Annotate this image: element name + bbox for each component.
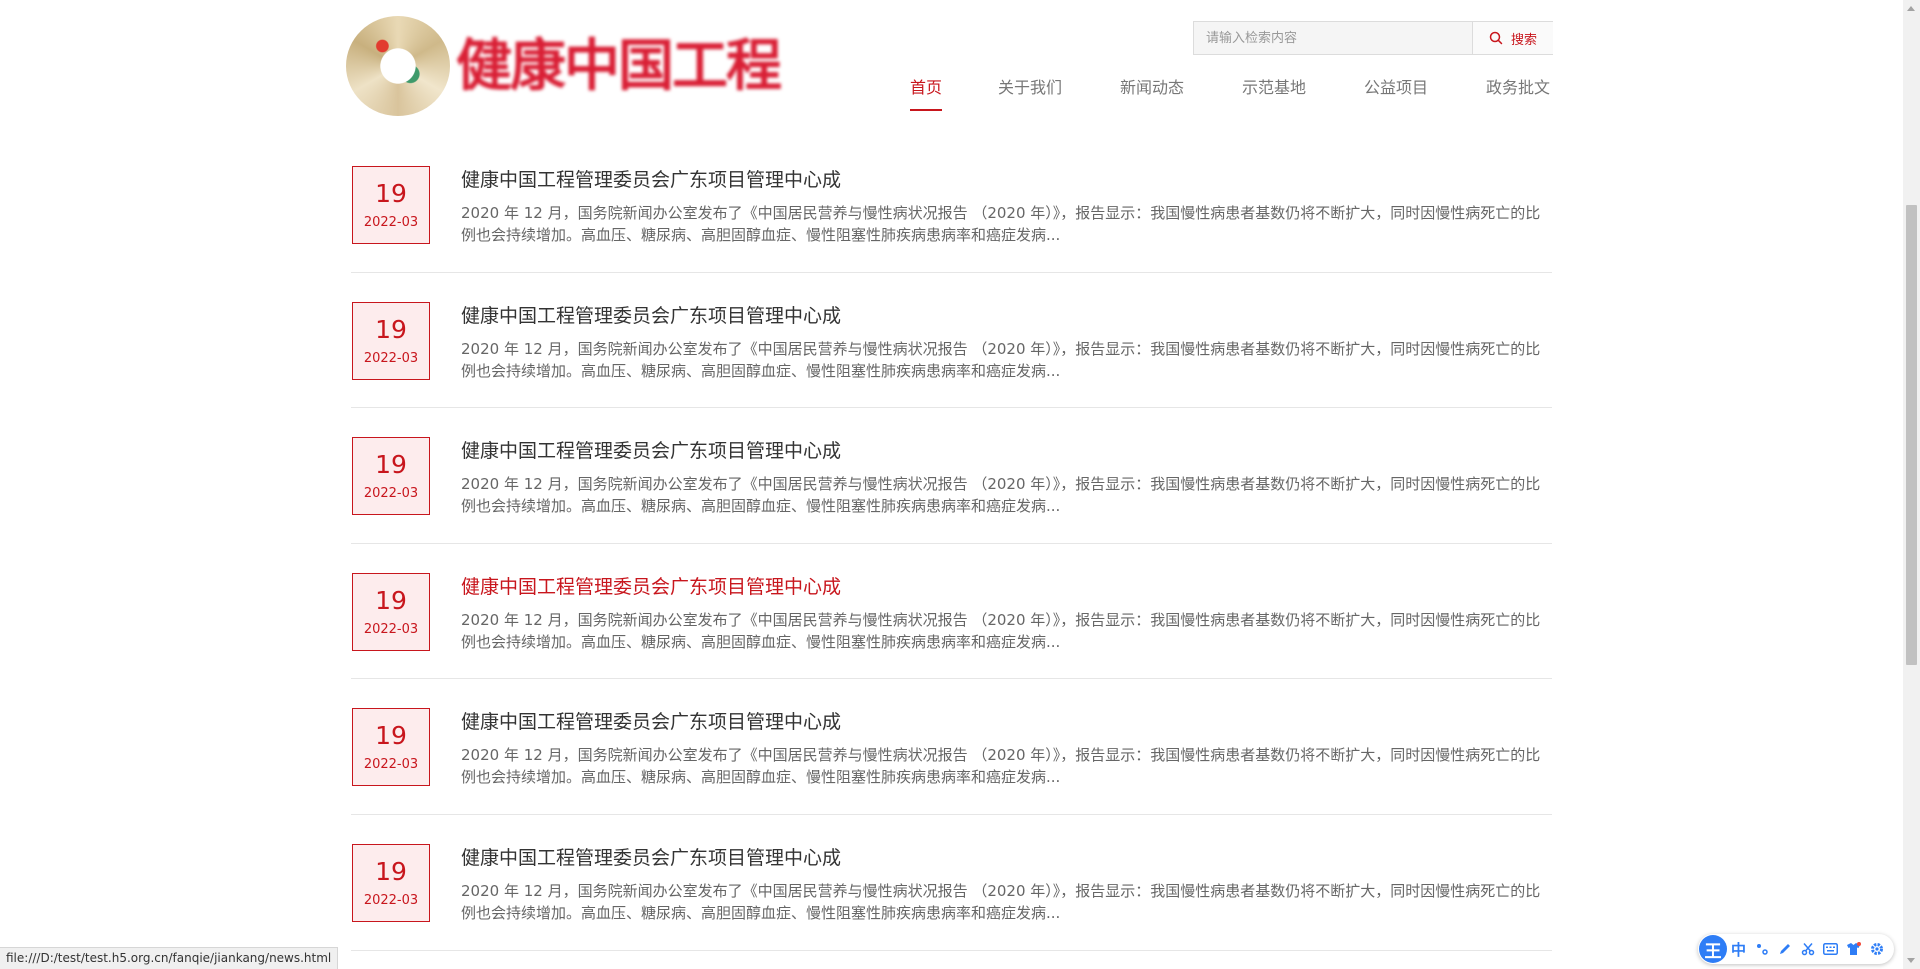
news-date: 19 2022-03: [352, 572, 430, 651]
news-title[interactable]: 健康中国工程管理委员会广东项目管理中心成: [461, 572, 841, 599]
nav-active-indicator: [910, 109, 942, 111]
news-date-year-month: 2022-03: [363, 350, 419, 366]
news-date-year-month: 2022-03: [363, 757, 419, 773]
news-summary: 2020 年 12 月，国务院新闻办公室发布了《中国居民营养与慢性病状况报告 （…: [461, 881, 1541, 922]
news-item[interactable]: 19 2022-03 健康中国工程管理委员会广东项目管理中心成 2020 年 1…: [351, 408, 1552, 544]
news-date-year-month: 2022-03: [363, 621, 419, 637]
news-date-day: 19: [375, 721, 407, 751]
scroll-up-arrow-icon[interactable]: [1907, 6, 1915, 11]
search-box: 搜索: [1193, 21, 1553, 55]
news-date: 19 2022-03: [352, 708, 430, 787]
nav-item-charity[interactable]: 公益项目: [1364, 74, 1428, 98]
news-title[interactable]: 健康中国工程管理委员会广东项目管理中心成: [461, 843, 841, 870]
ime-mode-toggle[interactable]: 中: [1727, 939, 1750, 960]
news-title[interactable]: 健康中国工程管理委员会广东项目管理中心成: [461, 301, 841, 328]
search-input[interactable]: [1194, 22, 1472, 54]
ime-logo-icon[interactable]: 王: [1699, 935, 1727, 963]
handwriting-icon[interactable]: [1773, 942, 1796, 956]
news-summary: 2020 年 12 月，国务院新闻办公室发布了《中国居民营养与慢性病状况报告 （…: [461, 475, 1541, 516]
news-title[interactable]: 健康中国工程管理委员会广东项目管理中心成: [461, 436, 841, 463]
scissors-icon[interactable]: [1796, 942, 1819, 956]
news-list: 19 2022-03 健康中国工程管理委员会广东项目管理中心成 2020 年 1…: [351, 137, 1552, 951]
ime-toolbar: 王 中: [1698, 934, 1894, 964]
news-item[interactable]: 19 2022-03 健康中国工程管理委员会广东项目管理中心成 2020 年 1…: [351, 679, 1552, 815]
news-date: 19 2022-03: [352, 166, 430, 244]
nav-item-home[interactable]: 首页: [910, 74, 942, 98]
settings-gear-icon[interactable]: [1865, 942, 1888, 956]
news-date-day: 19: [375, 585, 407, 615]
news-title[interactable]: 健康中国工程管理委员会广东项目管理中心成: [461, 165, 841, 192]
news-date-year-month: 2022-03: [363, 215, 419, 230]
status-url: file:///D:/test/test.h5.org.cn/fanqie/ji…: [0, 947, 339, 969]
news-date-year-month: 2022-03: [363, 892, 419, 908]
news-date: 19 2022-03: [352, 843, 430, 922]
skin-shirt-icon[interactable]: [1842, 942, 1865, 956]
page: 健康中国工程 搜索 首页 关于我们 新闻动态 示范基地 公益项目 政务批文 19…: [0, 0, 1900, 969]
news-summary: 2020 年 12 月，国务院新闻办公室发布了《中国居民营养与慢性病状况报告 （…: [461, 746, 1541, 787]
search-button-label: 搜索: [1510, 32, 1537, 48]
news-summary: 2020 年 12 月，国务院新闻办公室发布了《中国居民营养与慢性病状况报告 （…: [461, 339, 1541, 380]
news-summary: 2020 年 12 月，国务院新闻办公室发布了《中国居民营养与慢性病状况报告 （…: [461, 204, 1541, 244]
search-icon: [1489, 31, 1503, 45]
news-title[interactable]: 健康中国工程管理委员会广东项目管理中心成: [461, 707, 841, 734]
news-date-day: 19: [375, 179, 407, 208]
nav-item-demo-base[interactable]: 示范基地: [1242, 74, 1306, 98]
news-item[interactable]: 19 2022-03 健康中国工程管理委员会广东项目管理中心成 2020 年 1…: [351, 815, 1552, 951]
news-summary: 2020 年 12 月，国务院新闻办公室发布了《中国居民营养与慢性病状况报告 （…: [461, 610, 1541, 651]
news-item[interactable]: 19 2022-03 健康中国工程管理委员会广东项目管理中心成 2020 年 1…: [351, 544, 1552, 680]
keyboard-icon[interactable]: [1819, 943, 1842, 955]
scroll-down-arrow-icon[interactable]: [1907, 958, 1915, 963]
nav-item-documents[interactable]: 政务批文: [1486, 74, 1550, 98]
news-date: 19 2022-03: [352, 437, 430, 516]
scrollbar-thumb[interactable]: [1906, 205, 1917, 665]
vertical-scrollbar[interactable]: [1903, 0, 1920, 969]
nav-item-about[interactable]: 关于我们: [998, 74, 1062, 98]
nav-item-news[interactable]: 新闻动态: [1120, 74, 1184, 98]
news-date-year-month: 2022-03: [363, 486, 419, 502]
news-date-day: 19: [375, 450, 407, 480]
main-nav: 首页 关于我们 新闻动态 示范基地 公益项目 政务批文: [0, 64, 1900, 114]
news-item[interactable]: 19 2022-03 健康中国工程管理委员会广东项目管理中心成 2020 年 1…: [351, 137, 1552, 273]
search-button[interactable]: 搜索: [1472, 22, 1553, 54]
news-date-day: 19: [375, 314, 407, 344]
punctuation-icon[interactable]: [1750, 942, 1773, 956]
news-date: 19 2022-03: [352, 301, 430, 380]
news-date-day: 19: [375, 856, 407, 886]
news-item[interactable]: 19 2022-03 健康中国工程管理委员会广东项目管理中心成 2020 年 1…: [351, 273, 1552, 409]
